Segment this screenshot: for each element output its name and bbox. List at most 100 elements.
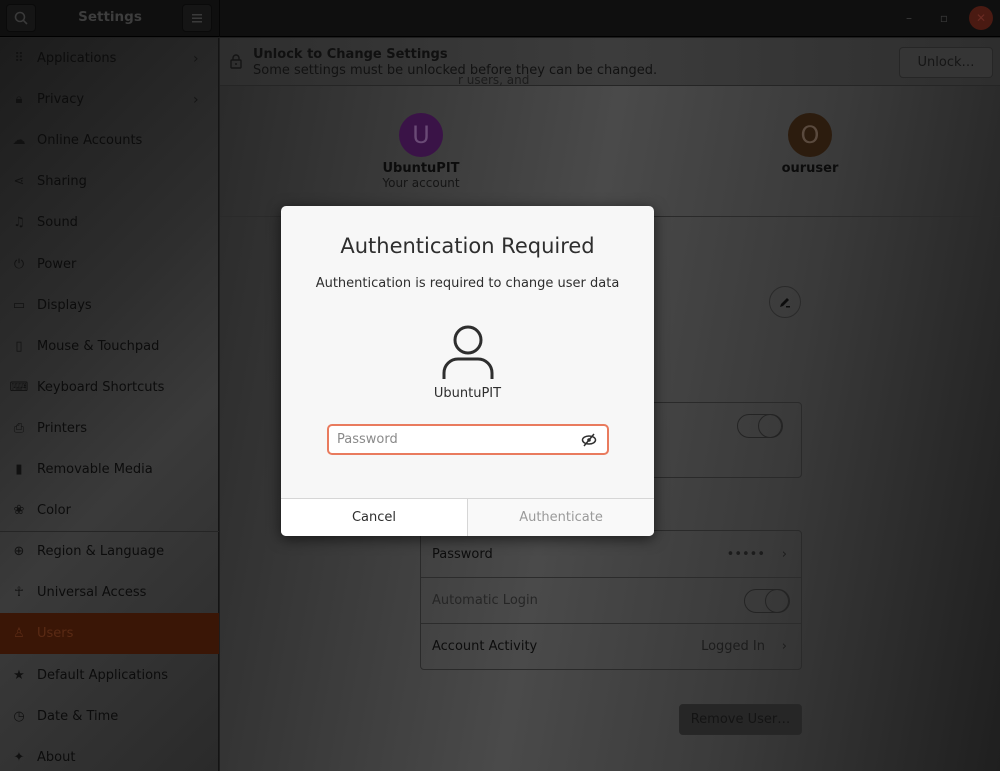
password-field[interactable] (327, 424, 609, 455)
header-bar: Settings Users – ▫ ✕ (0, 0, 1000, 771)
user-avatar-icon (442, 325, 494, 379)
dialog-username: UbuntuPIT (433, 386, 502, 401)
sidebar-item-label: Displays (37, 298, 92, 313)
row-label: Password (432, 546, 493, 562)
keyboard-icon: ⌨ (9, 380, 29, 395)
lock-icon: 🔒︎ (15, 92, 23, 107)
dialog-message: Authentication is required to change use… (315, 276, 620, 291)
sidebar-item-color[interactable]: ❀ Color (0, 490, 219, 531)
cloud-icon: ☁ (12, 133, 26, 148)
sidebar-item-label: Sound (37, 215, 78, 230)
administrator-description: r users, and (458, 73, 530, 87)
edit-avatar-button[interactable] (769, 286, 801, 318)
account-activity-value: Logged In (701, 639, 765, 654)
row-label: Automatic Login (432, 593, 538, 608)
chevron-right-icon: › (781, 546, 787, 562)
clock-icon: ◷ (13, 709, 25, 724)
toggle-knob (758, 414, 782, 438)
sidebar-item-applications[interactable]: ⠿ Applications › (0, 38, 219, 79)
sidebar-item-label: Printers (37, 421, 88, 436)
user-list: U UbuntuPIT Your account O ouruser (220, 87, 1000, 217)
display-icon: ▭ (12, 298, 26, 313)
unlock-infobar: Unlock to Change Settings Some settings … (220, 38, 1000, 86)
maximize-icon: ▫ (939, 11, 949, 25)
avatar: U (399, 113, 443, 157)
accessibility-icon: ☥ (14, 585, 24, 600)
sidebar-header: Settings (0, 0, 220, 37)
user-subtitle: Your account (382, 176, 460, 190)
hidden-eye-icon[interactable] (581, 432, 597, 448)
sidebar-item-default-applications[interactable]: ★ Default Applications (0, 655, 219, 696)
sidebar-item-keyboard-shortcuts[interactable]: ⌨ Keyboard Shortcuts (0, 367, 219, 408)
sidebar-item-label: Default Applications (37, 668, 169, 683)
sidebar-item-label: Privacy (37, 92, 85, 107)
user-card-ouruser[interactable]: O ouruser (740, 87, 880, 176)
sparkle-icon: ✦ (13, 750, 25, 765)
chevron-right-icon: › (193, 50, 199, 67)
minimize-icon: – (906, 11, 912, 25)
sidebar-item-label: Removable Media (37, 462, 153, 477)
chevron-right-icon: › (781, 639, 787, 654)
usb-icon: ▮ (15, 462, 23, 477)
sidebar-item-label: Universal Access (37, 585, 147, 600)
administrator-toggle[interactable] (737, 414, 783, 438)
music-note-icon: ♫ (13, 215, 25, 230)
infobar-title: Unlock to Change Settings (253, 47, 448, 62)
sidebar-item-about[interactable]: ✦ About (0, 737, 219, 771)
sidebar-item-sharing[interactable]: ⋖ Sharing (0, 161, 219, 202)
sidebar-item-label: Mouse & Touchpad (37, 339, 160, 354)
lock-icon (230, 54, 244, 70)
cancel-button[interactable]: Cancel (281, 499, 468, 536)
user-name: ouruser (781, 161, 839, 176)
sidebar-item-label: Users (37, 626, 74, 641)
sidebar-item-printers[interactable]: ⎙ Printers (0, 408, 219, 449)
sidebar-item-removable-media[interactable]: ▮ Removable Media (0, 449, 219, 490)
sidebar-item-region-language[interactable]: ⊕ Region & Language (0, 531, 219, 572)
pencil-icon (780, 298, 790, 308)
sidebar-item-online-accounts[interactable]: ☁ Online Accounts (0, 120, 219, 161)
sidebar-item-label: Color (37, 503, 71, 518)
sidebar-item-sound[interactable]: ♫ Sound (0, 202, 219, 243)
menu-button[interactable] (182, 4, 212, 32)
globe-icon: ⊕ (13, 544, 25, 559)
mouse-icon: ▯ (15, 339, 23, 354)
toggle-knob (765, 589, 789, 613)
sidebar-item-mouse-touchpad[interactable]: ▯ Mouse & Touchpad (0, 326, 219, 367)
sidebar-item-label: Applications (37, 51, 117, 66)
row-label: Account Activity (432, 639, 538, 654)
user-name: UbuntuPIT (382, 161, 460, 176)
sidebar-item-privacy[interactable]: 🔒︎ Privacy › (0, 79, 219, 120)
sidebar-item-label: Region & Language (37, 544, 165, 559)
share-icon: ⋖ (13, 174, 25, 189)
infobar-subtitle: Some settings must be unlocked before th… (253, 63, 658, 78)
authentication-dialog: Authentication Required Authentication i… (281, 206, 654, 536)
automatic-login-row: Automatic Login (421, 577, 801, 623)
sidebar-item-label: Sharing (37, 174, 87, 189)
password-input[interactable] (337, 432, 567, 447)
sidebar-item-label: Power (37, 257, 77, 272)
sidebar-item-date-time[interactable]: ◷ Date & Time (0, 696, 219, 737)
sidebar-item-label: Date & Time (37, 709, 119, 724)
power-icon: ⏻ (13, 257, 25, 272)
remove-user-button[interactable]: Remove User… (679, 704, 802, 735)
account-settings-list: Password ••••• › Automatic Login Account… (420, 530, 802, 670)
authenticate-button[interactable]: Authenticate (468, 499, 654, 536)
minimize-button[interactable]: – (897, 6, 921, 30)
hamburger-menu-icon (192, 14, 202, 23)
color-icon: ❀ (13, 503, 25, 518)
sidebar-item-power[interactable]: ⏻ Power (0, 244, 219, 285)
printer-icon: ⎙ (13, 421, 25, 436)
user-icon: ♙ (13, 626, 25, 641)
sidebar-item-universal-access[interactable]: ☥ Universal Access (0, 572, 219, 613)
unlock-button[interactable]: Unlock… (899, 47, 993, 78)
user-card-ubuntupit[interactable]: U UbuntuPIT Your account (351, 87, 491, 190)
automatic-login-toggle[interactable] (744, 589, 790, 613)
dialog-actions: Cancel Authenticate (281, 498, 654, 536)
password-row[interactable]: Password ••••• › (421, 531, 801, 577)
maximize-button[interactable]: ▫ (932, 6, 956, 30)
sidebar-item-displays[interactable]: ▭ Displays (0, 285, 219, 326)
account-activity-row[interactable]: Account Activity Logged In › (421, 623, 801, 669)
password-value: ••••• (726, 546, 765, 562)
close-button[interactable]: ✕ (969, 6, 993, 30)
sidebar-item-users[interactable]: ♙ Users (0, 613, 219, 654)
